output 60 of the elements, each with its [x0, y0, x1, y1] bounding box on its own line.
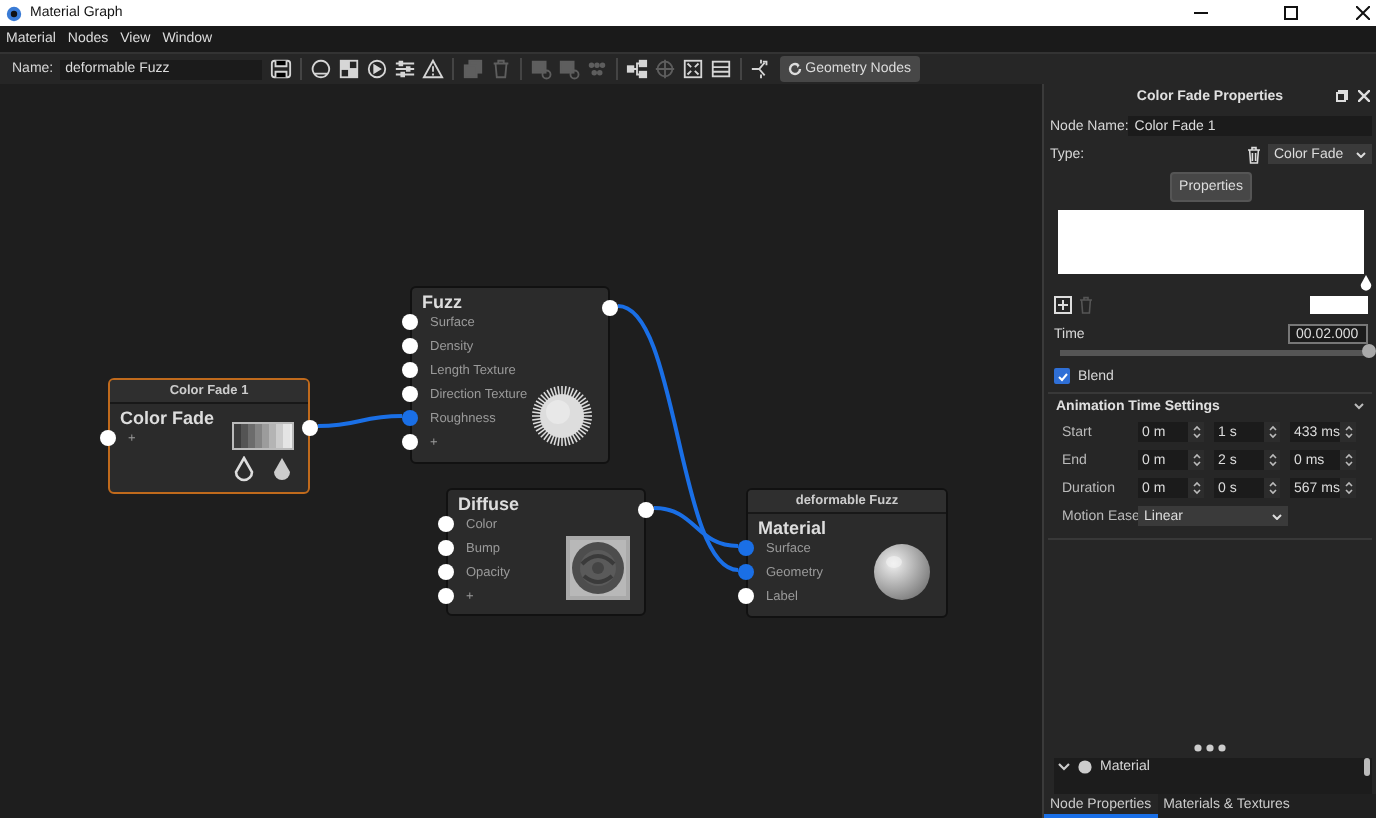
chevron-icon [1356, 151, 1366, 157]
output-port[interactable] [638, 502, 654, 518]
stepper-button[interactable] [1264, 450, 1280, 470]
refresh-icon [787, 62, 802, 76]
node-title: Color Fade [118, 406, 217, 426]
input-port[interactable] [402, 314, 418, 330]
input-port[interactable] [438, 540, 454, 556]
connection-wire [317, 414, 403, 428]
input-port[interactable] [438, 564, 454, 580]
color-swatch[interactable] [1310, 296, 1368, 314]
maximize-icon[interactable] [1284, 6, 1298, 20]
checker-icon[interactable] [335, 58, 362, 80]
input-port[interactable] [738, 588, 754, 604]
gradient-icon [232, 422, 294, 450]
input-port[interactable] [438, 516, 454, 532]
input-port[interactable] [738, 540, 754, 556]
blend-checkbox[interactable] [1054, 368, 1070, 384]
shape-icon[interactable] [307, 58, 334, 80]
app-icon [6, 5, 22, 21]
save-icon[interactable] [267, 58, 294, 80]
input-port[interactable] [100, 430, 116, 446]
stepper-button[interactable] [1188, 450, 1204, 470]
output-port[interactable] [302, 420, 318, 436]
output-port[interactable] [602, 300, 618, 316]
sliders-icon[interactable] [391, 58, 418, 80]
expand-chevron-icon[interactable] [1058, 762, 1070, 772]
drop-icon [234, 456, 254, 482]
add-stop-icon[interactable] [1054, 296, 1072, 314]
stepper-button[interactable] [1340, 450, 1356, 470]
chevron-icon [1272, 513, 1282, 519]
collapse-chevron-icon[interactable] [1354, 402, 1364, 410]
float-icon[interactable] [1336, 90, 1348, 102]
input-port[interactable] [402, 338, 418, 354]
minimize-icon[interactable] [1194, 6, 1208, 20]
scrollbar[interactable] [1364, 758, 1370, 776]
node-title: Diffuse [456, 492, 522, 512]
tree-icon[interactable] [623, 58, 650, 80]
stepper-button[interactable] [1340, 422, 1356, 442]
input-port[interactable] [402, 362, 418, 378]
node-title: Material [756, 516, 829, 536]
input-port[interactable] [738, 564, 754, 580]
sphere-icon [1078, 760, 1092, 774]
input-port[interactable] [438, 588, 454, 604]
node-title: Fuzz [420, 290, 464, 310]
stepper-button[interactable] [1340, 478, 1356, 498]
drop-icon [272, 456, 292, 482]
input-port[interactable] [402, 410, 418, 426]
stepper-button[interactable] [1264, 422, 1280, 442]
stepper-button[interactable] [1264, 478, 1280, 498]
stepper-button[interactable] [1188, 478, 1204, 498]
splitter-handle[interactable] [1194, 744, 1226, 752]
panel-icon[interactable] [707, 58, 734, 80]
time-slider-thumb[interactable] [1362, 344, 1376, 358]
drop-marker-icon[interactable] [1360, 274, 1372, 292]
stepper-button[interactable] [1188, 422, 1204, 442]
warning-icon[interactable] [419, 58, 446, 80]
input-port[interactable] [402, 434, 418, 450]
close-icon[interactable] [1356, 6, 1370, 20]
input-port[interactable] [402, 386, 418, 402]
fit-icon[interactable] [679, 58, 706, 80]
